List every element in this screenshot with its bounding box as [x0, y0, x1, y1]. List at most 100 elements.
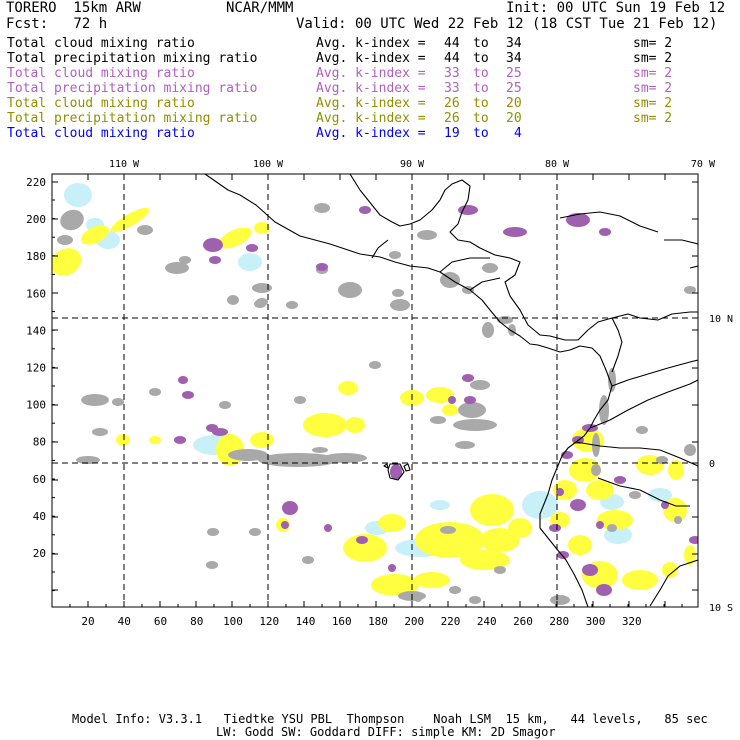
cloud-cluster-gray: [629, 491, 641, 499]
cloud-cluster-yellow: [684, 545, 696, 565]
cloud-cluster-yellow: [149, 436, 161, 444]
cloud-cluster-gray: [449, 586, 461, 594]
cloud-cluster-purple: [464, 396, 476, 404]
coastline: [349, 174, 566, 341]
x-tick-label: 180: [368, 615, 388, 628]
cloud-cluster-gray: [482, 263, 498, 273]
cloud-cluster-yellow: [586, 480, 614, 500]
coastline: [664, 239, 698, 245]
longitude-label: 90 W: [400, 159, 425, 170]
cloud-cluster-gray: [674, 516, 682, 524]
cloud-cluster-yellow: [250, 432, 274, 448]
cloud-cluster-gray: [392, 289, 404, 297]
x-tick-label: 60: [154, 615, 167, 628]
cloud-cluster-purple: [203, 238, 223, 252]
cloud-cluster-purple: [689, 536, 698, 544]
coastline: [383, 463, 389, 469]
cloud-cluster-purple: [324, 524, 332, 532]
cloud-cluster-yellow: [442, 404, 458, 416]
cloud-cluster-yellow: [622, 570, 658, 590]
cloud-cluster-gray: [137, 225, 153, 235]
cloud-cluster-purple: [316, 263, 328, 271]
cloud-cluster-purple: [246, 244, 258, 252]
cloud-cluster-lightblue: [64, 183, 92, 207]
cloud-cluster-yellow: [345, 417, 365, 433]
cloud-cluster-purple: [174, 436, 186, 444]
x-tick-label: 280: [549, 615, 569, 628]
cloud-cluster-gray: [591, 464, 601, 476]
coastline: [565, 311, 698, 341]
cloud-cluster-yellow: [338, 381, 358, 395]
cloud-cluster-gray: [57, 235, 73, 245]
longitude-label: 110 W: [109, 159, 140, 170]
cloud-cluster-purple: [178, 376, 188, 384]
cloud-cluster-gray: [636, 426, 648, 434]
cloud-cluster-gray: [92, 428, 108, 436]
cloud-cluster-gray: [149, 388, 161, 396]
cloud-cluster-purple: [209, 256, 221, 264]
cloud-cluster-gray: [684, 444, 696, 456]
cloud-cluster-gray: [219, 401, 231, 409]
coastline: [469, 277, 501, 291]
longitude-label: 100 W: [253, 159, 284, 170]
cloud-cluster-gray: [497, 316, 513, 324]
cloud-cluster-yellow: [414, 572, 450, 588]
y-tick-label: 220: [26, 176, 46, 189]
cloud-cluster-gray: [417, 230, 437, 240]
longitude-label: 80 W: [545, 159, 570, 170]
x-tick-label: 240: [477, 615, 497, 628]
cloud-cluster-gray: [389, 251, 401, 259]
cloud-cluster-gray: [482, 322, 494, 338]
x-tick-label: 40: [118, 615, 131, 628]
cloud-cluster-gray: [165, 262, 189, 274]
cloud-cluster-gray: [430, 416, 446, 424]
coastline: [611, 317, 623, 373]
cloud-cluster-gray: [249, 528, 261, 536]
y-tick-label: 80: [33, 436, 46, 449]
y-tick-label: 120: [26, 362, 46, 375]
cloud-cluster-purple: [356, 536, 368, 544]
cloud-cluster-gray: [256, 298, 268, 306]
latitude-label: 0: [709, 459, 715, 470]
cloud-cluster-purple: [503, 227, 527, 237]
coastline: [403, 463, 411, 472]
cloud-cluster-gray: [323, 453, 367, 463]
cloud-cluster-gray: [314, 203, 330, 213]
latitude-label: 10 S: [709, 603, 733, 614]
x-tick-label: 120: [259, 615, 279, 628]
x-tick-label: 320: [622, 615, 642, 628]
cloud-cluster-purple: [448, 396, 456, 404]
cloud-cluster-lightblue: [430, 500, 450, 510]
y-tick-label: 60: [33, 473, 46, 486]
cloud-cluster-purple: [462, 374, 474, 382]
longitude-label: 70 W: [691, 159, 716, 170]
x-tick-label: 300: [586, 615, 606, 628]
latitude-label: 10 N: [709, 314, 733, 325]
cloud-cluster-gray: [469, 596, 481, 604]
cloud-cluster-purple: [582, 564, 598, 576]
cloud-cluster-gray: [302, 556, 314, 564]
cloud-cluster-yellow: [378, 514, 406, 532]
cloud-cluster-yellow: [568, 535, 592, 555]
cloud-cluster-purple: [566, 213, 590, 227]
cloud-cluster-gray: [607, 524, 617, 532]
cloud-cluster-gray: [286, 301, 298, 309]
physics-info: LW: Godd SW: Goddard DIFF: simple KM: 2D…: [216, 725, 556, 739]
cloud-cluster-gray: [81, 394, 109, 406]
cloud-cluster-purple: [182, 391, 194, 399]
cloud-cluster-yellow: [470, 494, 514, 526]
coastline: [611, 359, 698, 387]
cloud-cluster-gray: [470, 380, 490, 390]
weather-map: 20 40 60 80 100 120 140 160 180 200 220 240 260 280 30…: [26, 159, 733, 628]
cloud-cluster-gray: [455, 441, 475, 449]
y-tick-label: 200: [26, 213, 46, 226]
cloud-cluster-purple: [549, 524, 561, 532]
cloud-cluster-gray: [390, 299, 410, 311]
cloud-cluster-lightblue: [238, 253, 262, 271]
x-tick-label: 140: [296, 615, 316, 628]
map-content: [52, 174, 698, 607]
cloud-cluster-gray: [414, 594, 422, 602]
y-tick-label: 100: [26, 399, 46, 412]
cloud-cluster-purple: [570, 499, 586, 511]
cloud-cluster-purple: [596, 521, 604, 529]
